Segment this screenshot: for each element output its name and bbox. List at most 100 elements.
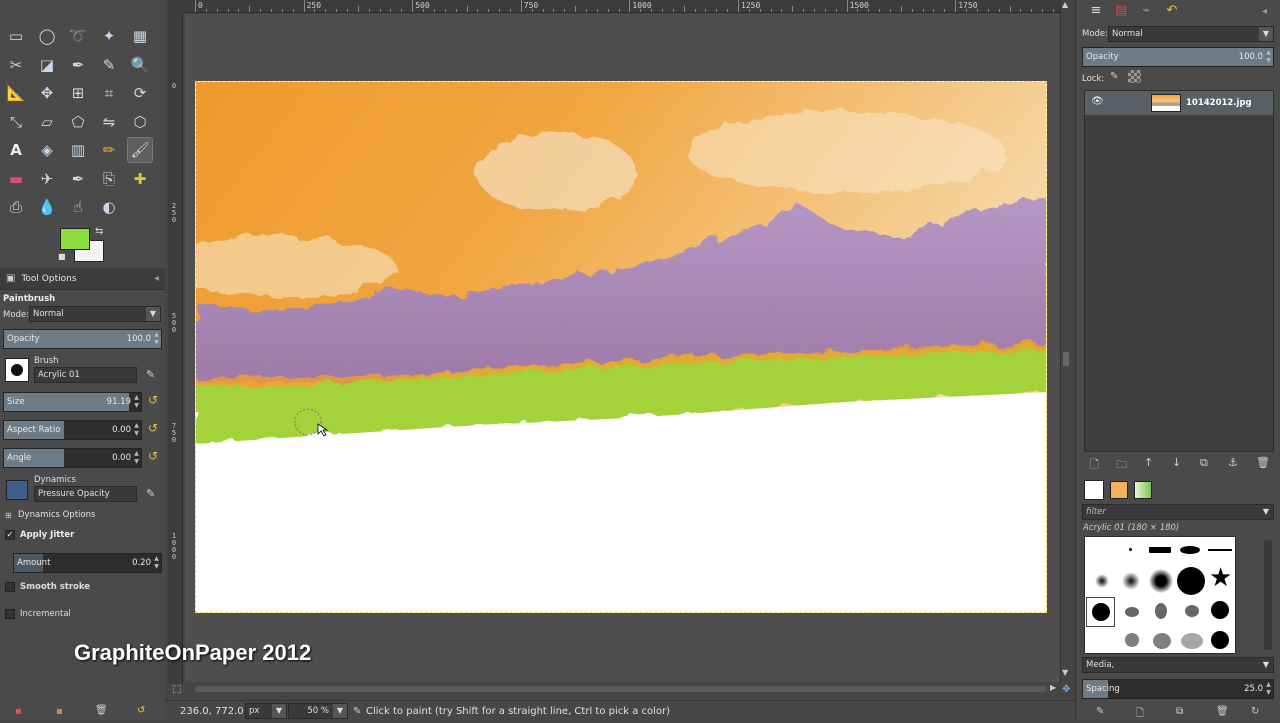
brush-item[interactable] bbox=[1149, 569, 1173, 593]
edit-brush-icon[interactable]: ✎ bbox=[146, 368, 155, 381]
flip-tool-icon[interactable]: ⇋ bbox=[97, 110, 121, 134]
refresh-brushes-icon[interactable]: ↻ bbox=[1251, 706, 1259, 717]
scroll-down-icon[interactable]: ▼ bbox=[1062, 668, 1068, 677]
brush-item[interactable] bbox=[1153, 633, 1171, 649]
delete-options-icon[interactable]: 🗑 bbox=[95, 705, 108, 716]
delete-layer-icon[interactable]: 🗑 bbox=[1256, 456, 1270, 469]
dynamics-options-label[interactable]: Dynamics Options bbox=[18, 510, 95, 520]
quick-mask-icon[interactable]: ⬚ bbox=[172, 684, 181, 695]
swap-colors-icon[interactable]: ⇆ bbox=[95, 226, 103, 237]
duplicate-brush-icon[interactable]: ⧉ bbox=[1176, 706, 1183, 717]
new-brush-icon[interactable]: 🗋 bbox=[1136, 706, 1144, 723]
default-colors-icon[interactable]: ■ bbox=[58, 252, 66, 261]
channels-tab-icon[interactable]: ▤ bbox=[1111, 3, 1131, 21]
scale-tool-icon[interactable]: ⤡ bbox=[4, 110, 28, 134]
expander-icon[interactable]: ⊞ bbox=[5, 511, 12, 520]
reset-angle-icon[interactable]: ↺ bbox=[148, 449, 158, 463]
brush-item[interactable] bbox=[1180, 546, 1200, 554]
zoom-select[interactable]: 50 % ▼ bbox=[288, 703, 348, 719]
layers-list[interactable]: 👁 10142012.jpg bbox=[1084, 90, 1274, 452]
save-options-icon[interactable]: ▪ bbox=[15, 706, 22, 717]
brushes-tab-icon[interactable] bbox=[1084, 480, 1104, 500]
airbrush-tool-icon[interactable]: ✈ bbox=[35, 167, 59, 191]
paintbrush-tool-icon[interactable]: 🖌 bbox=[127, 137, 153, 163]
brush-item[interactable] bbox=[1211, 631, 1229, 649]
rect-select-tool-icon[interactable]: ▭ bbox=[4, 24, 28, 48]
brush-item[interactable] bbox=[1125, 633, 1139, 647]
lock-alpha-icon[interactable] bbox=[1128, 70, 1141, 83]
tool-options-tab[interactable]: ▣ Tool Options ◂ bbox=[0, 268, 165, 290]
paths-tool-icon[interactable]: ✒ bbox=[66, 53, 90, 77]
brush-item[interactable] bbox=[1122, 572, 1140, 590]
zoom-tool-icon[interactable]: 🔍 bbox=[128, 53, 152, 77]
configure-tab-icon[interactable]: ◂ bbox=[154, 273, 159, 284]
align-tool-icon[interactable]: ⊞ bbox=[66, 81, 90, 105]
layer-row[interactable]: 👁 10142012.jpg bbox=[1085, 91, 1273, 115]
layers-tab-icon[interactable]: ≡ bbox=[1086, 3, 1106, 21]
size-slider[interactable]: Size 91.19 ▲ ▼ bbox=[3, 392, 142, 412]
layer-name[interactable]: 10142012.jpg bbox=[1186, 98, 1252, 108]
brush-item[interactable] bbox=[1125, 607, 1139, 617]
foreground-color-swatch[interactable] bbox=[60, 228, 90, 250]
spin-arrows-icon[interactable]: ▲ ▼ bbox=[1265, 681, 1272, 697]
color-picker-tool-icon[interactable]: ✎ bbox=[97, 53, 121, 77]
anchor-layer-icon[interactable]: ⚓ bbox=[1228, 456, 1238, 469]
incremental-checkbox[interactable] bbox=[5, 609, 15, 619]
new-layer-group-icon[interactable]: 🗀 bbox=[1116, 456, 1127, 475]
eraser-tool-icon[interactable]: ▬ bbox=[4, 167, 28, 191]
brush-grid-scrollbar[interactable] bbox=[1264, 540, 1272, 650]
spin-arrows-icon[interactable]: ▲ ▼ bbox=[1265, 49, 1272, 65]
spin-arrows-icon[interactable]: ▲ ▼ bbox=[133, 450, 140, 466]
spin-arrows-icon[interactable]: ▲ ▼ bbox=[153, 331, 160, 347]
text-tool-icon[interactable]: A bbox=[4, 138, 28, 162]
horizontal-scrollbar[interactable]: ▶ bbox=[185, 683, 1060, 695]
brush-name-field[interactable]: Acrylic 01 bbox=[34, 367, 137, 383]
restore-options-icon[interactable]: ▪ bbox=[56, 706, 63, 717]
brush-item[interactable] bbox=[1092, 603, 1110, 621]
image-canvas[interactable] bbox=[195, 81, 1047, 613]
star-brush-icon[interactable]: ★ bbox=[1209, 563, 1232, 593]
duplicate-layer-icon[interactable]: ⧉ bbox=[1200, 456, 1208, 470]
brush-grid[interactable]: ★ bbox=[1084, 536, 1236, 654]
gradients-tab-icon[interactable] bbox=[1134, 481, 1152, 499]
smudge-tool-icon[interactable]: ☝ bbox=[66, 195, 90, 219]
by-color-select-tool-icon[interactable]: ▦ bbox=[128, 24, 152, 48]
bucket-fill-tool-icon[interactable]: ◈ bbox=[35, 138, 59, 162]
foreground-select-tool-icon[interactable]: ◪ bbox=[35, 53, 59, 77]
ink-tool-icon[interactable]: ✒ bbox=[66, 167, 90, 191]
brush-item[interactable] bbox=[1185, 605, 1199, 617]
reset-aspect-icon[interactable]: ↺ bbox=[148, 421, 158, 435]
reset-size-icon[interactable]: ↺ bbox=[148, 393, 158, 407]
move-tool-icon[interactable]: ✥ bbox=[35, 81, 59, 105]
spin-arrows-icon[interactable]: ▲ ▼ bbox=[133, 394, 140, 410]
brush-item[interactable] bbox=[1208, 549, 1232, 551]
unit-select[interactable]: px ▼ bbox=[245, 703, 287, 719]
edit-brush-icon[interactable]: ✎ bbox=[1096, 706, 1104, 717]
layer-opacity-slider[interactable]: Opacity 100.0 ▲ ▼ bbox=[1082, 47, 1274, 67]
spacing-slider[interactable]: Spacing 25.0 ▲ ▼ bbox=[1082, 679, 1274, 699]
brush-preview[interactable] bbox=[5, 358, 29, 382]
measure-tool-icon[interactable]: 📐 bbox=[4, 81, 28, 105]
spin-arrows-icon[interactable]: ▲ ▼ bbox=[133, 422, 140, 438]
brush-item[interactable] bbox=[1095, 574, 1109, 588]
scissors-select-tool-icon[interactable]: ✂ bbox=[4, 53, 28, 77]
fuzzy-select-tool-icon[interactable]: ✦ bbox=[97, 24, 121, 48]
opacity-slider[interactable]: Opacity 100.0 ▲ ▼ bbox=[3, 329, 162, 349]
brush-item[interactable] bbox=[1149, 547, 1171, 553]
apply-jitter-checkbox[interactable]: ✓ bbox=[5, 530, 15, 540]
dynamics-field[interactable]: Pressure Opacity bbox=[34, 486, 137, 502]
brush-tag-field[interactable]: Media, ▼ bbox=[1082, 657, 1274, 673]
scroll-up-icon[interactable]: ▲ bbox=[1062, 0, 1068, 9]
pencil-tool-icon[interactable]: ✏ bbox=[97, 138, 121, 162]
perspective-tool-icon[interactable]: ⬠ bbox=[66, 110, 90, 134]
clone-tool-icon[interactable]: ⎘ bbox=[97, 167, 121, 191]
free-select-tool-icon[interactable]: ➰ bbox=[66, 24, 90, 48]
dynamics-icon[interactable] bbox=[6, 480, 28, 500]
layer-mode-select[interactable]: Normal ▼ bbox=[1108, 26, 1274, 42]
lock-pixels-icon[interactable]: ✎ bbox=[1110, 71, 1118, 82]
configure-tab-icon[interactable]: ◂ bbox=[1262, 6, 1267, 17]
smooth-stroke-checkbox[interactable] bbox=[5, 582, 15, 592]
paths-tab-icon[interactable]: ⌁ bbox=[1136, 3, 1156, 21]
vertical-scroll-thumb[interactable] bbox=[1063, 352, 1069, 366]
brush-item[interactable] bbox=[1177, 567, 1205, 595]
